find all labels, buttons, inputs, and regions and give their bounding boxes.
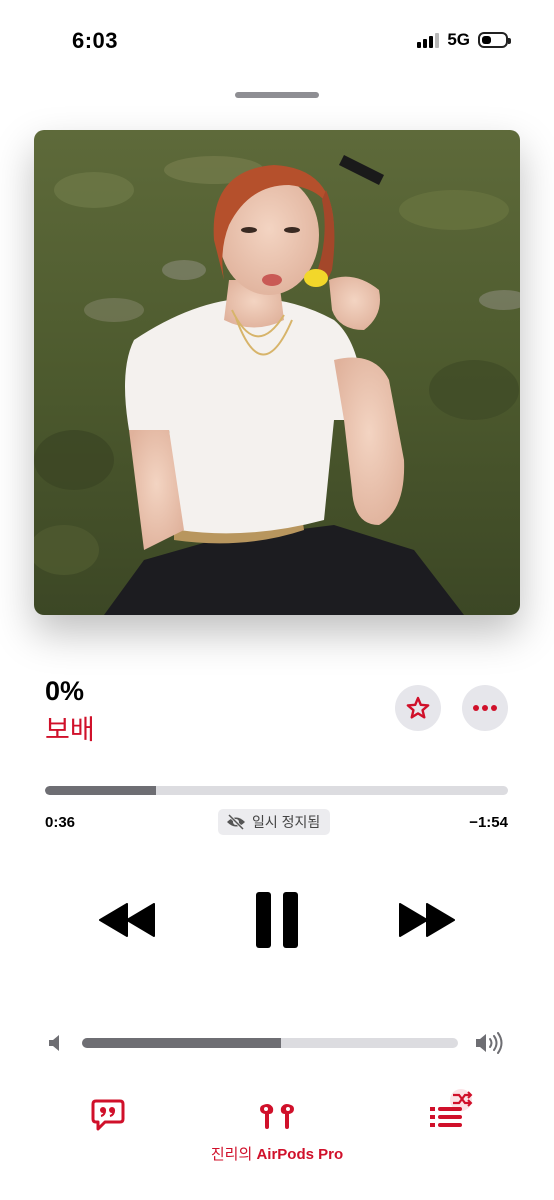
network-type: 5G [447,30,470,49]
playback-status-badge: 일시 정지됨 [218,809,331,835]
pause-icon [256,892,298,948]
rewind-button[interactable] [96,900,158,940]
volume-fill [82,1038,282,1048]
favorite-button[interactable] [395,685,441,731]
airpods-icon [260,1104,294,1129]
star-icon [406,696,430,719]
status-indicators: 5G [417,30,511,50]
speaker-high-icon [474,1031,506,1060]
now-playing-screen: 6:03 5G 0% 보배 0:36 일시 정지됨 −1:54 진리의 AirP… [0,0,554,1200]
audio-output-button[interactable] [255,1098,299,1134]
track-title: 0% [45,676,85,706]
queue-shuffle-icon [430,1089,473,1127]
album-artwork-photo [34,130,520,615]
playback-scrubber[interactable] [45,786,508,795]
volume-slider[interactable] [82,1038,458,1048]
elapsed-time: 0:36 [45,814,76,831]
audio-output-label[interactable]: 진리의 AirPods Pro [0,1143,554,1164]
more-options-button[interactable] [462,685,508,731]
playback-progress-fill [45,786,157,795]
sheet-grabber[interactable] [235,92,319,98]
device-owner: 진리의 [210,1146,253,1163]
lyrics-quote-icon [91,1099,125,1131]
status-time: 6:03 [72,28,119,53]
track-artist[interactable]: 보배 [45,708,95,747]
lyrics-button[interactable] [90,1097,126,1133]
album-artwork [34,130,520,615]
battery-level [482,36,492,44]
remaining-time: −1:54 [469,814,508,831]
fast-forward-button[interactable] [396,900,458,940]
speaker-low-icon [47,1034,63,1057]
playback-status-text: 일시 정지됨 [252,814,321,830]
battery-icon [478,32,511,48]
hidden-eye-icon [227,814,245,830]
pause-button[interactable] [252,890,302,950]
rewind-icon [99,903,155,937]
device-name: AirPods Pro [256,1146,344,1163]
fast-forward-icon [399,903,455,937]
cellular-signal-icon [417,32,440,48]
queue-button[interactable] [426,1088,476,1132]
ellipsis-icon [473,705,497,711]
